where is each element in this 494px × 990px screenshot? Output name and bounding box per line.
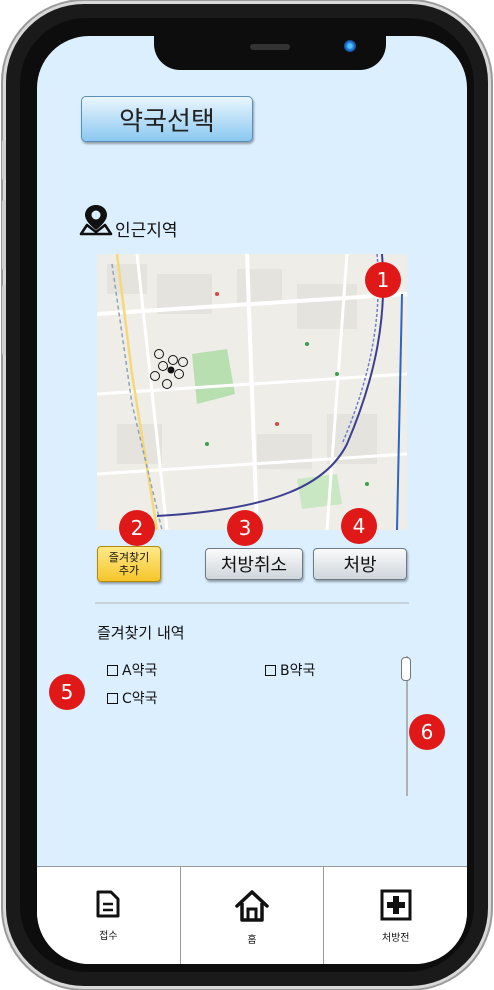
- page-title: 약국선택: [81, 96, 253, 142]
- cancel-prescription-button[interactable]: 처방취소: [205, 548, 303, 580]
- divider: [95, 602, 409, 604]
- favorite-item[interactable]: A약국: [107, 660, 157, 680]
- scrollbar-thumb[interactable]: [401, 657, 411, 681]
- plus-square-icon: [380, 889, 412, 921]
- favorites-history-title: 즐겨찾기 내역: [97, 624, 185, 642]
- tab-label: 접수: [99, 931, 118, 942]
- side-button: [2, 140, 6, 180]
- nearby-label: 인근지역: [115, 221, 178, 241]
- speaker: [250, 44, 290, 50]
- camera-icon: [344, 40, 356, 52]
- volume-up-button: [2, 200, 6, 270]
- add-favorite-label-line1: 즐겨찾기: [108, 551, 150, 564]
- map-pin-icon: [79, 205, 113, 236]
- home-icon: [235, 890, 269, 922]
- annotation-badge-6: 6: [409, 714, 445, 750]
- add-favorite-label-line2: 추가: [118, 564, 140, 577]
- tab-label: 처방전: [381, 933, 410, 944]
- favorite-item-label: A약국: [122, 663, 158, 679]
- favorite-item-label: C약국: [122, 691, 158, 707]
- prescription-button[interactable]: 처방: [313, 548, 407, 580]
- tab-label: 홈: [247, 935, 257, 946]
- favorite-item[interactable]: B약국: [265, 660, 315, 680]
- annotation-badge-5: 5: [49, 674, 85, 710]
- map-view[interactable]: [97, 254, 407, 530]
- notch: [154, 36, 386, 70]
- checkbox[interactable]: [107, 692, 118, 704]
- annotation-badge-4: 4: [341, 508, 377, 544]
- annotation-badge-3: 3: [227, 510, 263, 546]
- app-screen: 약국선택 인근지역 1 2 3 4 5 6 즐겨찾기 추가 처방취소 처방 즐겨…: [37, 36, 467, 964]
- checkbox[interactable]: [107, 664, 118, 676]
- tab-prescription[interactable]: 처방전: [324, 867, 467, 964]
- document-icon: [96, 890, 120, 918]
- annotation-badge-2: 2: [119, 510, 155, 546]
- tab-home[interactable]: 홈: [181, 867, 325, 964]
- annotation-badge-1: 1: [365, 262, 401, 298]
- bottom-tab-bar: 접수 홈 처방전: [37, 866, 467, 964]
- tab-reception[interactable]: 접수: [37, 867, 181, 964]
- favorite-item-label: B약국: [280, 663, 316, 679]
- favorite-item[interactable]: C약국: [107, 688, 158, 708]
- add-favorite-button[interactable]: 즐겨찾기 추가: [97, 546, 161, 582]
- volume-down-button: [2, 285, 6, 355]
- checkbox[interactable]: [265, 664, 276, 676]
